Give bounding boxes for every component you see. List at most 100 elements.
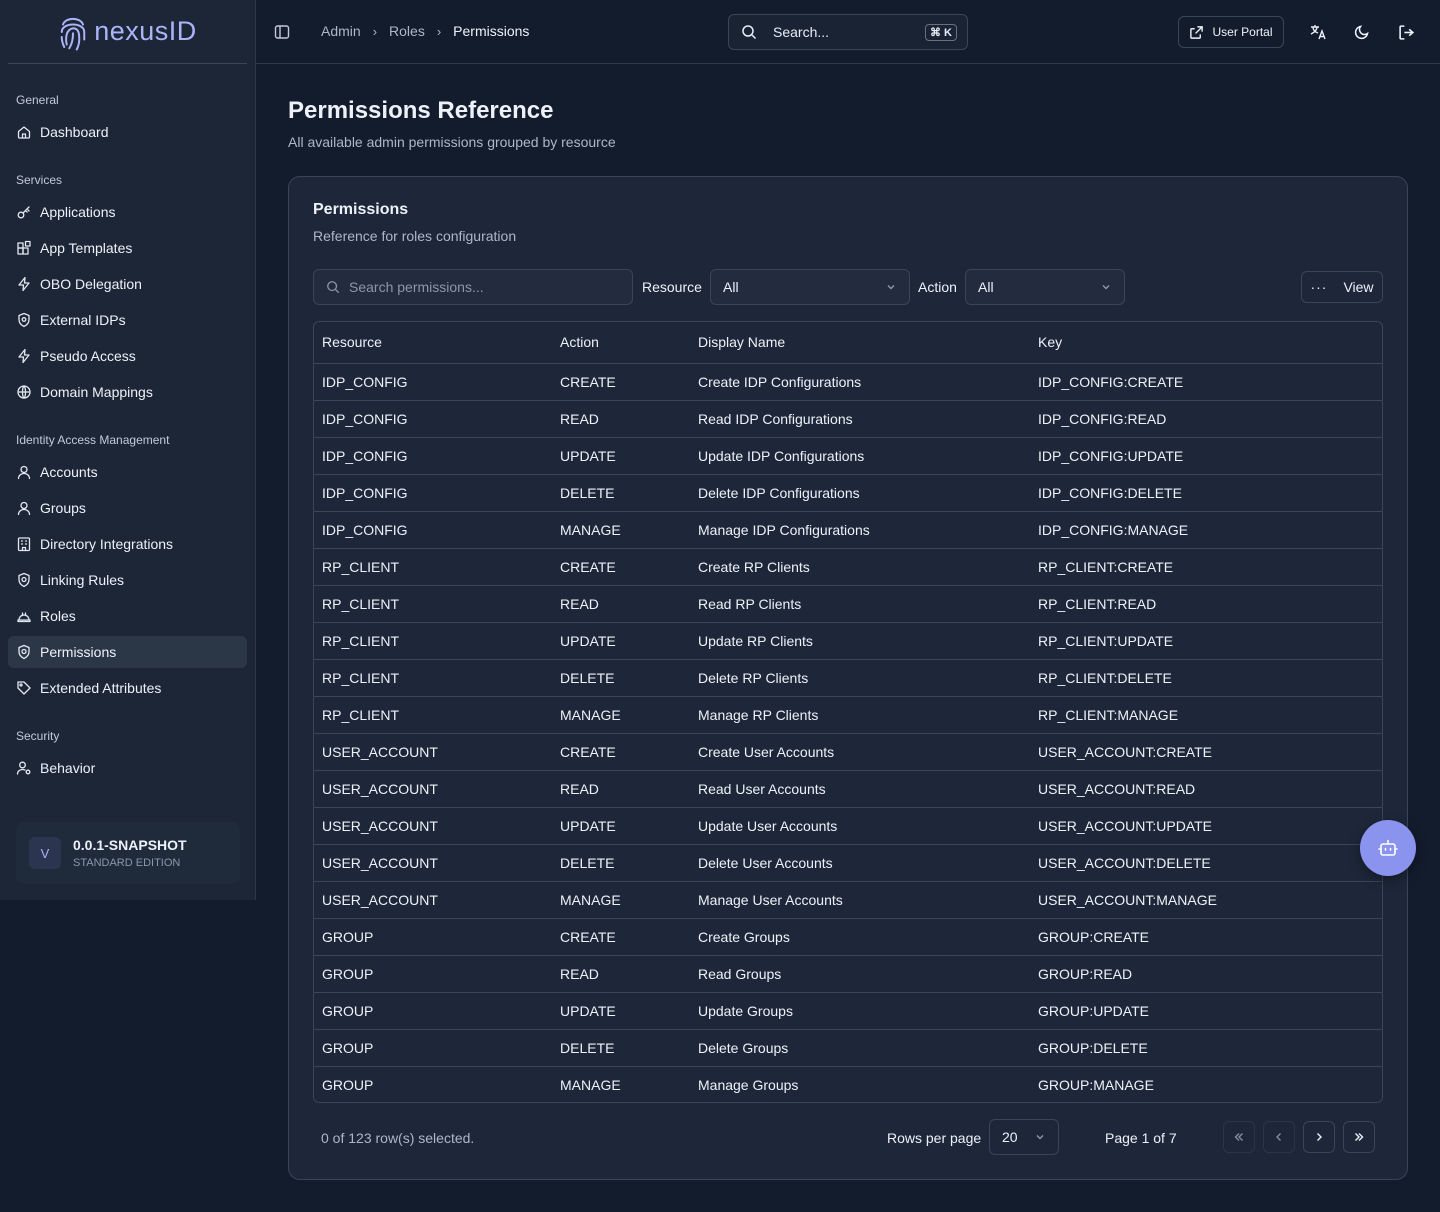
sidebar-item-behavior[interactable]: Behavior <box>8 752 247 784</box>
table-row[interactable]: GROUP MANAGE Manage Groups GROUP:MANAGE <box>314 1066 1382 1102</box>
nav-section-label: General <box>16 93 59 107</box>
next-page-button[interactable] <box>1303 1121 1335 1153</box>
column-header-display-name[interactable]: Display Name <box>690 322 1030 364</box>
table-cell: GROUP <box>314 918 552 956</box>
table-row[interactable]: IDP_CONFIG READ Read IDP Configurations IDP… <box>314 400 1382 438</box>
table-row[interactable]: RP_CLIENT UPDATE Update RP Clients RP_CLIEN… <box>314 622 1382 660</box>
table-row[interactable]: USER_ACCOUNT CREATE Create User Accounts US… <box>314 733 1382 771</box>
table-row[interactable]: GROUP READ Read Groups GROUP:READ <box>314 955 1382 993</box>
sidebar-item-accounts[interactable]: Accounts <box>8 456 247 488</box>
nav-section: General Dashboard <box>0 88 255 148</box>
sidebar-item-roles[interactable]: Roles <box>8 600 247 632</box>
external-link-icon <box>1190 25 1204 39</box>
first-page-button[interactable] <box>1223 1121 1255 1153</box>
sidebar-toggle-icon[interactable] <box>274 24 290 40</box>
resource-filter-label: Resource <box>642 279 702 295</box>
sidebar-item-dashboard[interactable]: Dashboard <box>8 116 247 148</box>
table-cell: Update IDP Configurations <box>690 437 1030 475</box>
sidebar-item-label: Domain Mappings <box>40 384 153 400</box>
global-search-button[interactable]: Search... ⌘ K <box>728 14 968 50</box>
sidebar-nav: General Dashboard Services Applications App … <box>0 88 255 784</box>
nav-section-label: Services <box>16 173 63 187</box>
breadcrumb-roles[interactable]: Roles <box>389 23 425 39</box>
sidebar-item-external-idps[interactable]: External IDPs <box>8 304 247 336</box>
table-cell: USER_ACCOUNT <box>314 733 552 771</box>
action-filter-select[interactable]: All <box>965 269 1125 305</box>
sidebar-item-permissions[interactable]: Permissions <box>8 636 247 668</box>
sidebar-item-label: Linking Rules <box>40 572 125 588</box>
table-cell: USER_ACCOUNT <box>314 770 552 808</box>
table-row[interactable]: GROUP CREATE Create Groups GROUP:CREATE <box>314 918 1382 956</box>
table-cell: Update Groups <box>690 992 1030 1030</box>
sidebar-item-extended-attributes[interactable]: Extended Attributes <box>8 672 247 704</box>
table-cell: Manage Groups <box>698 1076 799 1093</box>
table-row[interactable]: RP_CLIENT READ Read RP Clients RP_CLIENT:RE… <box>314 585 1382 623</box>
assistant-bot-button[interactable] <box>1360 820 1416 876</box>
table-row[interactable]: IDP_CONFIG CREATE Create IDP Configuration… <box>314 363 1382 401</box>
table-cell: Update User Accounts <box>690 807 1030 845</box>
blocks-icon <box>17 240 31 255</box>
table-cell: USER_ACCOUNT:DELETE <box>1030 844 1382 882</box>
table-row[interactable]: IDP_CONFIG DELETE Delete IDP Configuration… <box>314 474 1382 512</box>
table-row[interactable]: IDP_CONFIG UPDATE Update IDP Configuration… <box>314 437 1382 475</box>
table-row[interactable]: USER_ACCOUNT READ Read User Accounts USER_A… <box>314 770 1382 808</box>
table-row[interactable]: RP_CLIENT MANAGE Manage RP Clients RP_CLIEN… <box>314 696 1382 734</box>
permissions-card: Permissions Reference for roles configur… <box>288 176 1408 1180</box>
permissions-search-input[interactable]: Search permissions... <box>313 269 633 305</box>
chevron-right-icon: › <box>372 23 378 39</box>
logout-button[interactable] <box>1396 22 1416 42</box>
column-header-action[interactable]: Action <box>552 322 690 364</box>
table-row[interactable]: RP_CLIENT DELETE Delete RP Clients RP_CLIEN… <box>314 659 1382 697</box>
table-cell: Manage User Accounts <box>690 881 1030 919</box>
table-cell: MANAGE <box>560 1076 621 1093</box>
language-button[interactable] <box>1308 22 1328 42</box>
previous-page-button[interactable] <box>1263 1121 1295 1153</box>
breadcrumb-admin[interactable]: Admin <box>321 23 361 39</box>
sidebar-item-label: OBO Delegation <box>40 276 142 292</box>
sidebar-item-label: Accounts <box>40 464 98 480</box>
card-subtitle: Reference for roles configuration <box>313 228 517 244</box>
table-row[interactable]: IDP_CONFIG MANAGE Manage IDP Configuration… <box>314 511 1382 549</box>
rows-per-page-select[interactable]: 20 <box>989 1119 1059 1155</box>
table-cell: IDP_CONFIG <box>314 400 552 438</box>
sidebar-item-domain-mappings[interactable]: Domain Mappings <box>8 376 247 408</box>
sidebar-item-obo-delegation[interactable]: OBO Delegation <box>8 268 247 300</box>
table-row[interactable]: USER_ACCOUNT DELETE Delete User Accounts US… <box>314 844 1382 882</box>
selection-count: 0 of 123 row(s) selected. <box>321 1130 475 1146</box>
table-cell: USER_ACCOUNT <box>314 844 552 882</box>
column-header-key[interactable]: Key <box>1030 322 1382 364</box>
table-cell: UPDATE <box>552 992 690 1030</box>
table-row[interactable]: GROUP UPDATE Update Groups GROUP:UPDATE <box>314 992 1382 1030</box>
column-header-resource[interactable]: Resource <box>314 322 552 364</box>
table-row[interactable]: USER_ACCOUNT UPDATE Update User Accounts US… <box>314 807 1382 845</box>
view-options-button[interactable]: ··· View <box>1301 271 1383 303</box>
sidebar-item-pseudo-access[interactable]: Pseudo Access <box>8 340 247 372</box>
sidebar-item-applications[interactable]: Applications <box>8 196 247 228</box>
resource-filter-select[interactable]: All <box>710 269 910 305</box>
table-cell: MANAGE <box>552 696 690 734</box>
table-cell: GROUP:MANAGE <box>1038 1076 1154 1093</box>
user-portal-button[interactable]: User Portal <box>1178 16 1284 48</box>
last-page-button[interactable] <box>1343 1121 1375 1153</box>
table-cell: RP_CLIENT:READ <box>1030 585 1382 623</box>
theme-toggle-button[interactable] <box>1352 22 1372 42</box>
sidebar-item-label: Permissions <box>40 644 117 660</box>
sidebar: nexusID General Dashboard Services Applicat… <box>0 0 256 900</box>
nav-section: Security Behavior <box>0 724 255 784</box>
sidebar-item-groups[interactable]: Groups <box>8 492 247 524</box>
sidebar-item-directory-integrations[interactable]: Directory Integrations <box>8 528 247 560</box>
chevrons-right-icon <box>1355 1133 1364 1141</box>
sidebar-item-linking-rules[interactable]: Linking Rules <box>8 564 247 596</box>
table-cell: IDP_CONFIG:UPDATE <box>1030 437 1382 475</box>
globe-icon <box>17 385 31 399</box>
nav-section-label: Security <box>16 729 60 743</box>
table-row[interactable]: USER_ACCOUNT MANAGE Manage User Accounts US… <box>314 881 1382 919</box>
table-row[interactable]: GROUP DELETE Delete Groups GROUP:DELETE <box>314 1029 1382 1067</box>
table-cell: GROUP:CREATE <box>1030 918 1382 956</box>
sidebar-item-app-templates[interactable]: App Templates <box>8 232 247 264</box>
version-card[interactable]: V 0.0.1-SNAPSHOT STANDARD EDITION <box>16 822 240 884</box>
table-row[interactable]: RP_CLIENT CREATE Create RP Clients RP_CLIEN… <box>314 548 1382 586</box>
table-cell: GROUP <box>314 1029 552 1067</box>
table-cell: IDP_CONFIG:DELETE <box>1030 474 1382 512</box>
logo[interactable]: nexusID <box>8 0 247 64</box>
